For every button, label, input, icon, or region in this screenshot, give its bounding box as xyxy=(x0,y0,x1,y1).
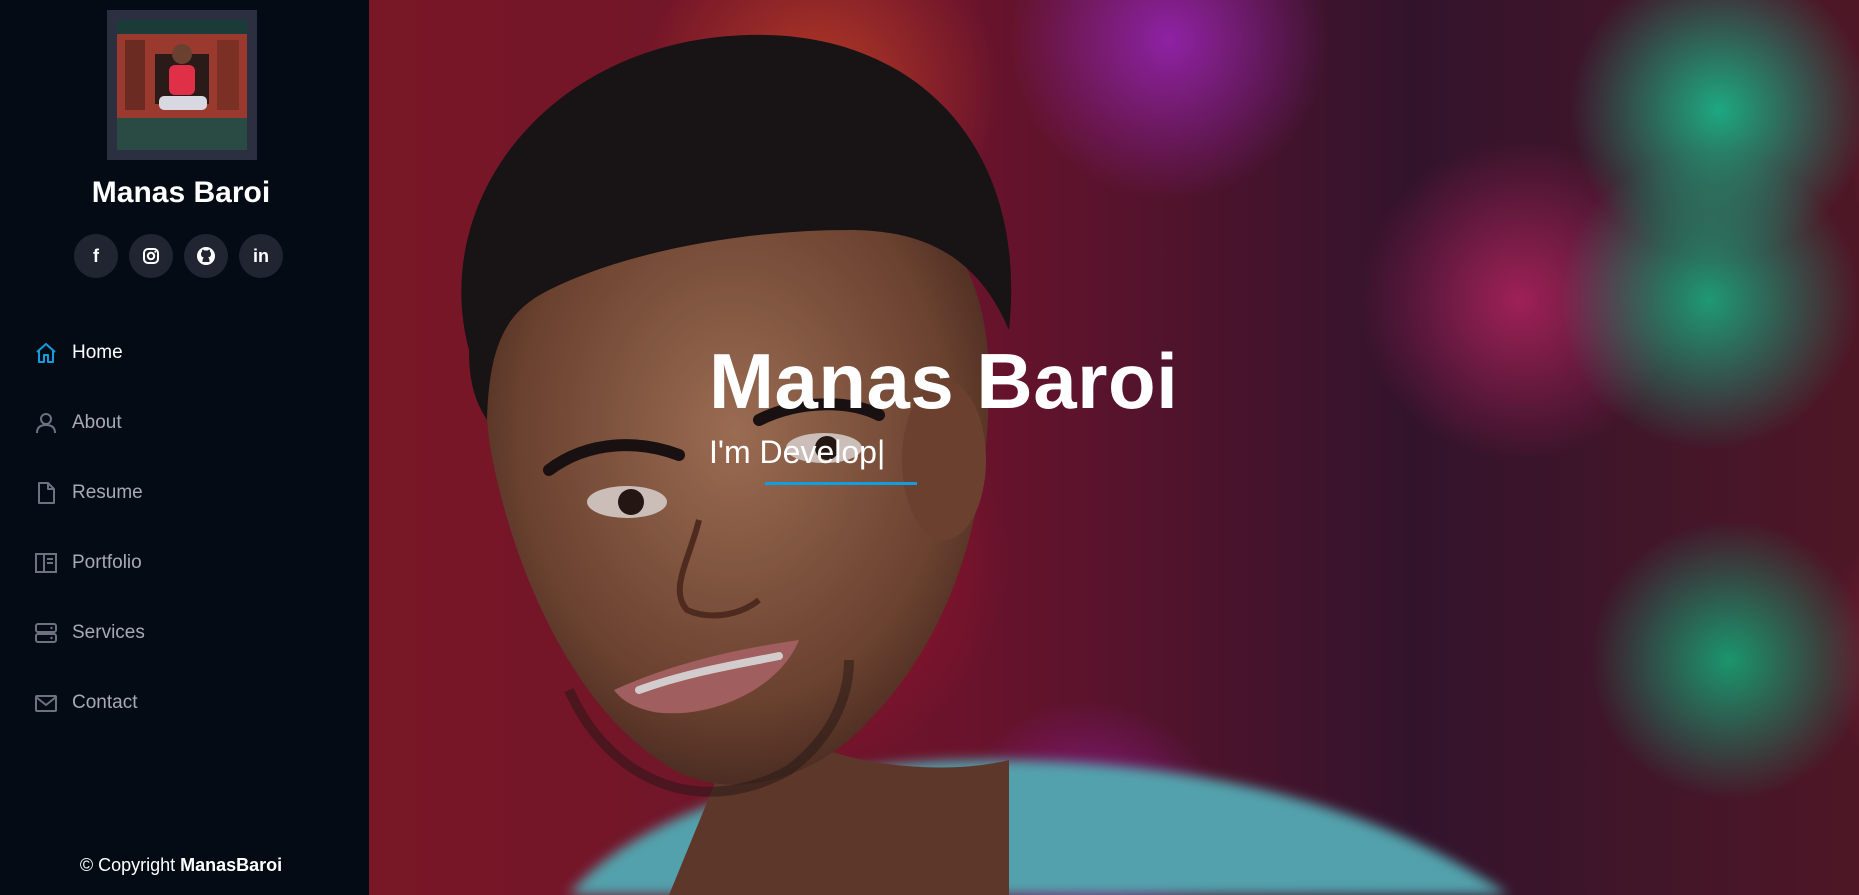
nav-label-services: Services xyxy=(72,622,145,643)
hero-section: Manas Baroi I'm Develop| xyxy=(369,0,1859,895)
social-links: f in xyxy=(74,234,283,278)
hero-title: Manas Baroi xyxy=(709,337,1179,425)
home-icon xyxy=(33,340,59,366)
hero-typed-subtitle: I'm Develop| xyxy=(709,434,886,470)
copyright-prefix: © Copyright xyxy=(79,855,176,875)
copyright: © Copyright ManasBaroi xyxy=(0,855,362,876)
profile-photo xyxy=(107,10,257,160)
book-half-icon xyxy=(33,550,59,576)
nav-item-contact[interactable]: Contact xyxy=(0,668,369,738)
facebook-glyph: f xyxy=(93,245,99,266)
nav-item-services[interactable]: Services xyxy=(0,598,369,668)
nav-label-contact: Contact xyxy=(72,692,138,713)
facebook-icon[interactable]: f xyxy=(74,234,118,278)
github-glyph xyxy=(197,247,215,265)
linkedin-icon[interactable]: in xyxy=(239,234,283,278)
typed-underline xyxy=(765,482,917,485)
person-icon xyxy=(33,410,59,436)
profile-name[interactable]: Manas Baroi xyxy=(0,176,362,210)
server-icon xyxy=(33,620,59,646)
github-icon[interactable] xyxy=(184,234,228,278)
sidebar: Manas Baroi f in Home About Resume Portf… xyxy=(0,0,369,895)
nav-item-about[interactable]: About xyxy=(0,388,369,458)
hero-overlay xyxy=(369,0,1859,895)
nav-label-home: Home xyxy=(72,342,123,363)
nav-label-resume: Resume xyxy=(72,482,143,503)
nav-label-portfolio: Portfolio xyxy=(72,552,142,573)
nav-label-about: About xyxy=(72,412,122,433)
envelope-icon xyxy=(33,690,59,716)
instagram-glyph xyxy=(143,248,159,264)
linkedin-glyph: in xyxy=(253,245,269,266)
copyright-name: ManasBaroi xyxy=(180,855,283,875)
instagram-icon[interactable] xyxy=(129,234,173,278)
nav-item-resume[interactable]: Resume xyxy=(0,458,369,528)
nav-item-portfolio[interactable]: Portfolio xyxy=(0,528,369,598)
nav-item-home[interactable]: Home xyxy=(0,318,369,388)
file-icon xyxy=(33,480,59,506)
main-nav: Home About Resume Portfolio Services Con… xyxy=(0,318,369,738)
